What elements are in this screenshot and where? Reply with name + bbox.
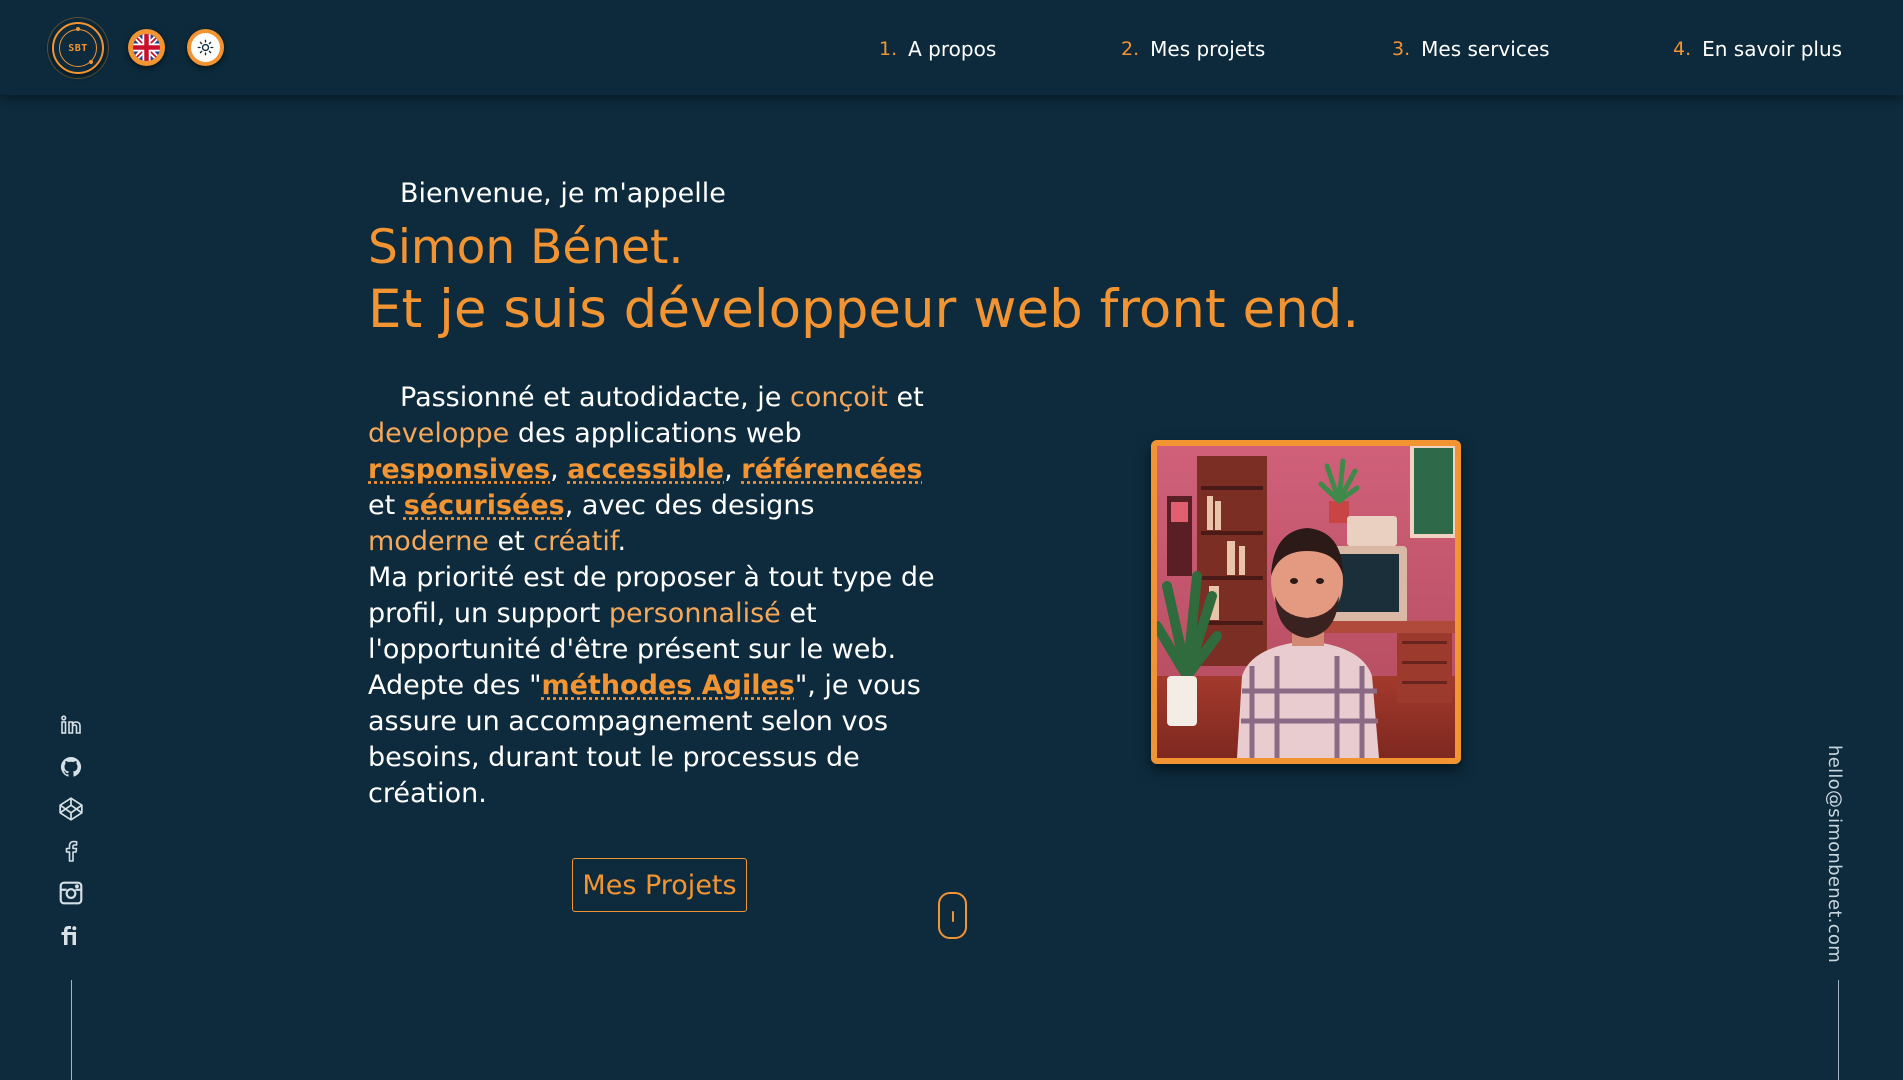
nav-link-en-savoir-plus[interactable]: 4. En savoir plus (1673, 37, 1842, 61)
nav-label: En savoir plus (1702, 37, 1843, 61)
email-link[interactable]: hello@simonbenet.com (1824, 745, 1845, 963)
intro-text: , (550, 454, 568, 485)
left-divider-line (71, 980, 72, 1080)
facebook-icon[interactable] (58, 838, 84, 864)
logo-text: SBT (59, 27, 97, 67)
scroll-dot (951, 911, 954, 922)
nav-link-a-propos[interactable]: 1. A propos (879, 37, 996, 61)
uk-flag-icon (133, 34, 160, 61)
highlight-word: conçoit (789, 382, 888, 413)
referenced-link[interactable]: référencées (741, 454, 922, 485)
linkedin-icon[interactable] (58, 712, 84, 738)
nav-label: Mes projets (1150, 37, 1266, 61)
language-toggle-button[interactable] (128, 29, 165, 66)
intro-text: . (617, 526, 627, 557)
intro-text: des applications web (509, 418, 802, 449)
intro-text: et (368, 490, 404, 521)
scroll-indicator-icon[interactable] (938, 892, 967, 939)
nav-number: 1. (879, 38, 898, 60)
codepen-icon[interactable] (58, 796, 84, 822)
intro-paragraph: Passionné et autodidacte, je conçoit et … (368, 380, 938, 812)
site-header: SBT 1. A propos 2. Mes projets 3. Mes se… (0, 0, 1903, 95)
nav-number: 3. (1392, 38, 1411, 60)
intro-text: Passionné et autodidacte, je (400, 382, 790, 413)
highlight-word: créatif (533, 526, 618, 557)
logo-button[interactable]: SBT (52, 22, 104, 74)
profile-portrait-image (1151, 440, 1461, 764)
highlight-word: personnalisé (608, 598, 781, 629)
agile-methods-link[interactable]: méthodes Agiles (541, 670, 794, 701)
hero-name: Simon Bénet. (368, 220, 684, 275)
nav-label: Mes services (1421, 37, 1550, 61)
intro-text: , avec des designs (564, 490, 815, 521)
intro-text: et (488, 526, 534, 557)
hero-tagline: Et je suis développeur web front end. (368, 279, 1360, 340)
right-divider-line (1838, 980, 1839, 1080)
theme-toggle-button[interactable] (187, 29, 224, 66)
nav-label: A propos (908, 37, 997, 61)
sun-icon (191, 33, 220, 62)
instagram-icon[interactable] (58, 880, 84, 906)
nav-link-mes-projets[interactable]: 2. Mes projets (1121, 37, 1265, 61)
secured-link[interactable]: sécurisées (404, 490, 565, 521)
greeting-text: Bienvenue, je m'appelle (400, 178, 726, 209)
intro-text: , (724, 454, 742, 485)
accessible-link[interactable]: accessible (567, 454, 724, 485)
highlight-word: moderne (368, 526, 489, 557)
responsive-link[interactable]: responsives (368, 454, 550, 485)
nav-number: 4. (1673, 38, 1692, 60)
social-links (57, 712, 85, 964)
fiverr-icon[interactable] (58, 922, 84, 948)
nav-link-mes-services[interactable]: 3. Mes services (1392, 37, 1550, 61)
intro-text: Adepte des " (368, 670, 542, 701)
nav-number: 2. (1121, 38, 1140, 60)
projects-button[interactable]: Mes Projets (572, 858, 747, 912)
github-icon[interactable] (58, 754, 84, 780)
intro-text: et (887, 382, 924, 413)
highlight-word: developpe (368, 418, 510, 449)
